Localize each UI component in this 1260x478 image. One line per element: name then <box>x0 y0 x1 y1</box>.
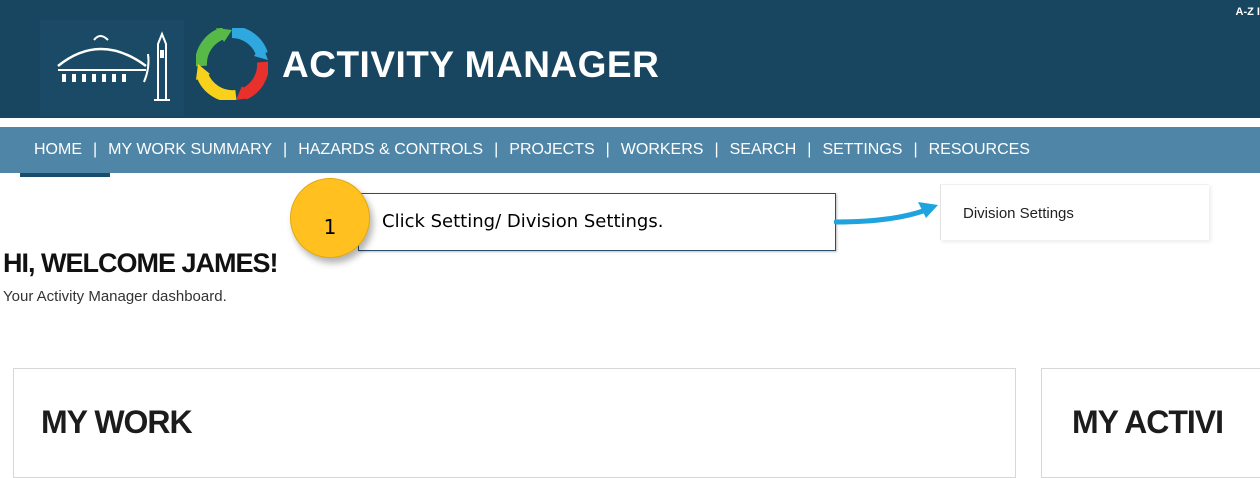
main-nav: HOME | MY WORK SUMMARY | HAZARDS & CONTR… <box>0 127 1260 173</box>
nav-separator: | <box>93 141 98 158</box>
lab-building-icon <box>57 31 170 101</box>
active-nav-indicator <box>20 173 110 177</box>
division-settings-menu-item[interactable]: Division Settings <box>963 205 1074 222</box>
nav-settings[interactable]: SETTINGS <box>822 141 902 159</box>
nav-home[interactable]: HOME <box>34 141 82 159</box>
tutorial-callout: Click Setting/ Division Settings. <box>358 193 836 251</box>
pointer-arrow-icon <box>834 202 938 225</box>
welcome-heading: HI, WELCOME JAMES! <box>3 248 279 278</box>
step-number-badge: 1 <box>290 178 370 258</box>
nav-workers[interactable]: WORKERS <box>621 141 704 159</box>
nav-hazards-controls[interactable]: HAZARDS & CONTROLS <box>298 141 483 159</box>
app-title[interactable]: ACTIVITY MANAGER <box>282 46 659 83</box>
activity-cycle-icon <box>196 28 268 100</box>
my-work-title: MY WORK <box>41 404 193 440</box>
nav-separator: | <box>913 141 918 158</box>
lab-logo[interactable] <box>40 20 184 116</box>
my-activities-card: MY ACTIVI <box>1041 368 1260 478</box>
nav-separator: | <box>494 141 499 158</box>
nav-separator: | <box>807 141 812 158</box>
my-activities-title: MY ACTIVI <box>1072 404 1224 440</box>
nav-separator: | <box>605 141 610 158</box>
nav-resources[interactable]: RESOURCES <box>929 141 1030 159</box>
nav-separator: | <box>283 141 288 158</box>
az-index-link[interactable]: A-Z I <box>1236 6 1260 18</box>
my-work-card: MY WORK <box>13 368 1016 478</box>
app-header: ACTIVITY MANAGER A-Z I <box>0 0 1260 118</box>
nav-projects[interactable]: PROJECTS <box>509 141 594 159</box>
nav-search[interactable]: SEARCH <box>730 141 797 159</box>
dashboard-subtitle: Your Activity Manager dashboard. <box>3 288 227 305</box>
nav-my-work-summary[interactable]: MY WORK SUMMARY <box>108 141 272 159</box>
nav-separator: | <box>714 141 719 158</box>
settings-dropdown: Division Settings <box>940 184 1209 240</box>
